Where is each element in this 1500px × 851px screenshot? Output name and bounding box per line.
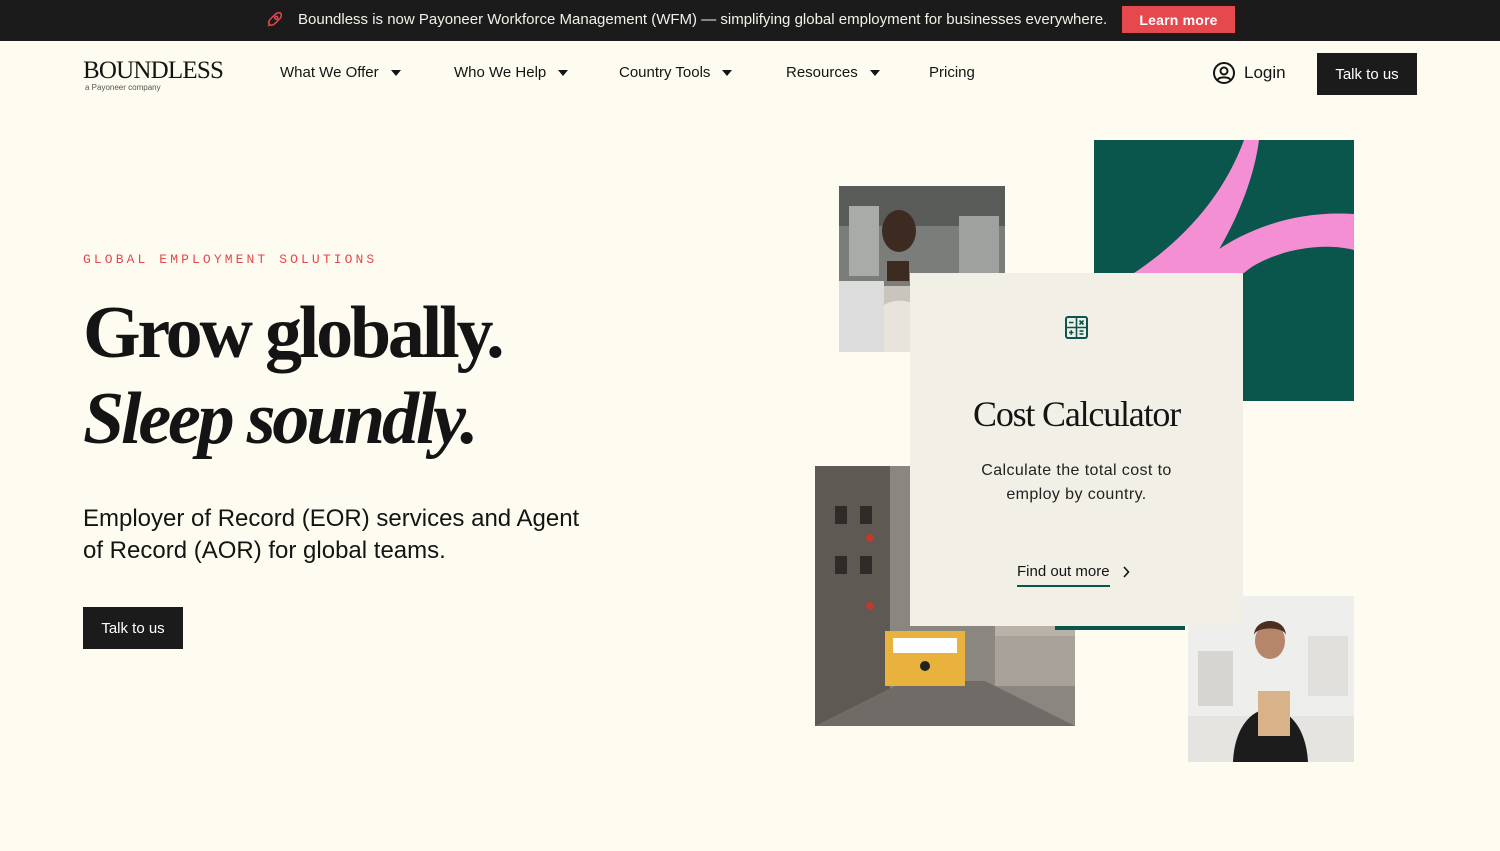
learn-more-button[interactable]: Learn more: [1122, 6, 1235, 33]
announcement-bar: Boundless is now Payoneer Workforce Mana…: [0, 0, 1500, 41]
nav-item-label: Resources: [786, 64, 858, 81]
nav-item-country-tools[interactable]: Country Tools: [619, 64, 733, 81]
nav-item-what-we-offer[interactable]: What We Offer: [280, 64, 401, 81]
card-accent-bar: [1055, 626, 1185, 630]
hero-title-line2: Sleep soundly.: [83, 378, 479, 460]
hero-title-line1: Grow globally.: [83, 292, 505, 374]
card-title: Cost Calculator: [973, 394, 1181, 434]
find-out-more-link[interactable]: Find out more: [1017, 563, 1130, 587]
caret-down-icon: [722, 69, 733, 76]
logo-wordmark: BOUNDLESS: [83, 57, 224, 84]
cost-calculator-card: Cost Calculator Calculate the total cost…: [910, 273, 1243, 626]
nav-item-label: What We Offer: [280, 64, 379, 81]
user-circle-icon: [1213, 62, 1235, 84]
nav-item-label: Pricing: [929, 64, 975, 81]
nav-item-pricing[interactable]: Pricing: [929, 64, 975, 81]
caret-down-icon: [869, 69, 880, 76]
caret-down-icon: [558, 69, 569, 76]
rocket-icon: [267, 12, 282, 27]
caret-down-icon: [390, 69, 401, 76]
login-link[interactable]: Login: [1212, 61, 1286, 85]
nav-item-label: Who We Help: [454, 64, 547, 81]
nav-item-resources[interactable]: Resources: [786, 64, 880, 81]
nav-item-label: Country Tools: [619, 64, 711, 81]
logo[interactable]: BOUNDLESS a Payoneer company: [83, 57, 224, 93]
calculator-icon: [1065, 316, 1088, 339]
nav-item-who-we-help[interactable]: Who We Help: [454, 64, 569, 81]
find-out-more-label: Find out more: [1017, 563, 1110, 587]
announcement-text: Boundless is now Payoneer Workforce Mana…: [298, 11, 1108, 28]
logo-tagline: a Payoneer company: [85, 83, 161, 92]
card-description: Calculate the total cost to employ by co…: [981, 462, 1172, 503]
talk-to-us-button-hero[interactable]: Talk to us: [83, 607, 183, 649]
login-label: Login: [1244, 63, 1286, 82]
talk-to-us-button-nav[interactable]: Talk to us: [1317, 53, 1417, 95]
hero-subtitle: Employer of Record (EOR) services and Ag…: [83, 505, 580, 564]
hero-eyebrow: GLOBAL EMPLOYMENT SOLUTIONS: [83, 252, 378, 267]
chevron-right-icon: [1122, 566, 1130, 578]
hero-title: Grow globally. Sleep soundly.: [83, 290, 505, 462]
